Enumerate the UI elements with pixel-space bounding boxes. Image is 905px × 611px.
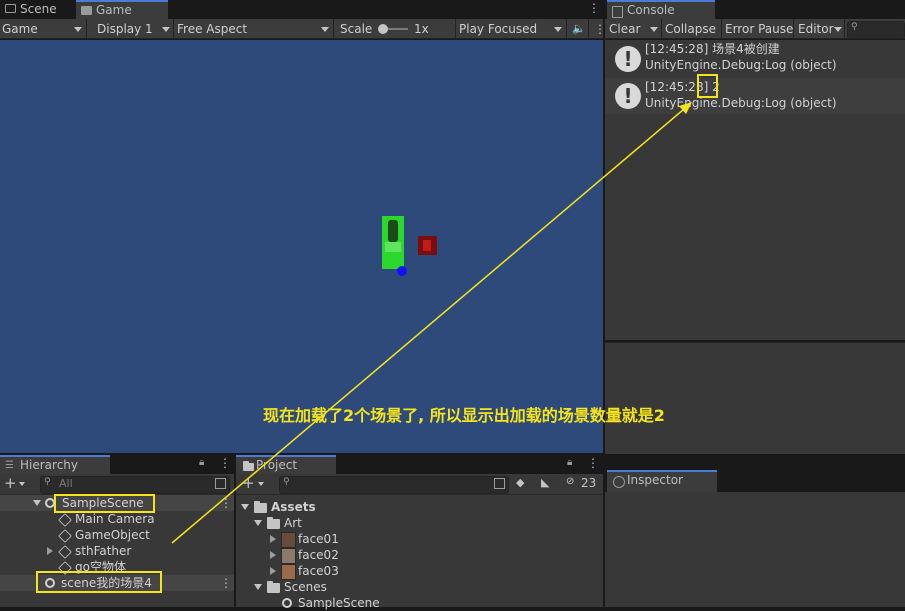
annotation-arrow [171, 102, 692, 544]
annotation-text: 现在加载了2个场景了, 所以显示出加载的场景数量就是2 [263, 406, 665, 425]
